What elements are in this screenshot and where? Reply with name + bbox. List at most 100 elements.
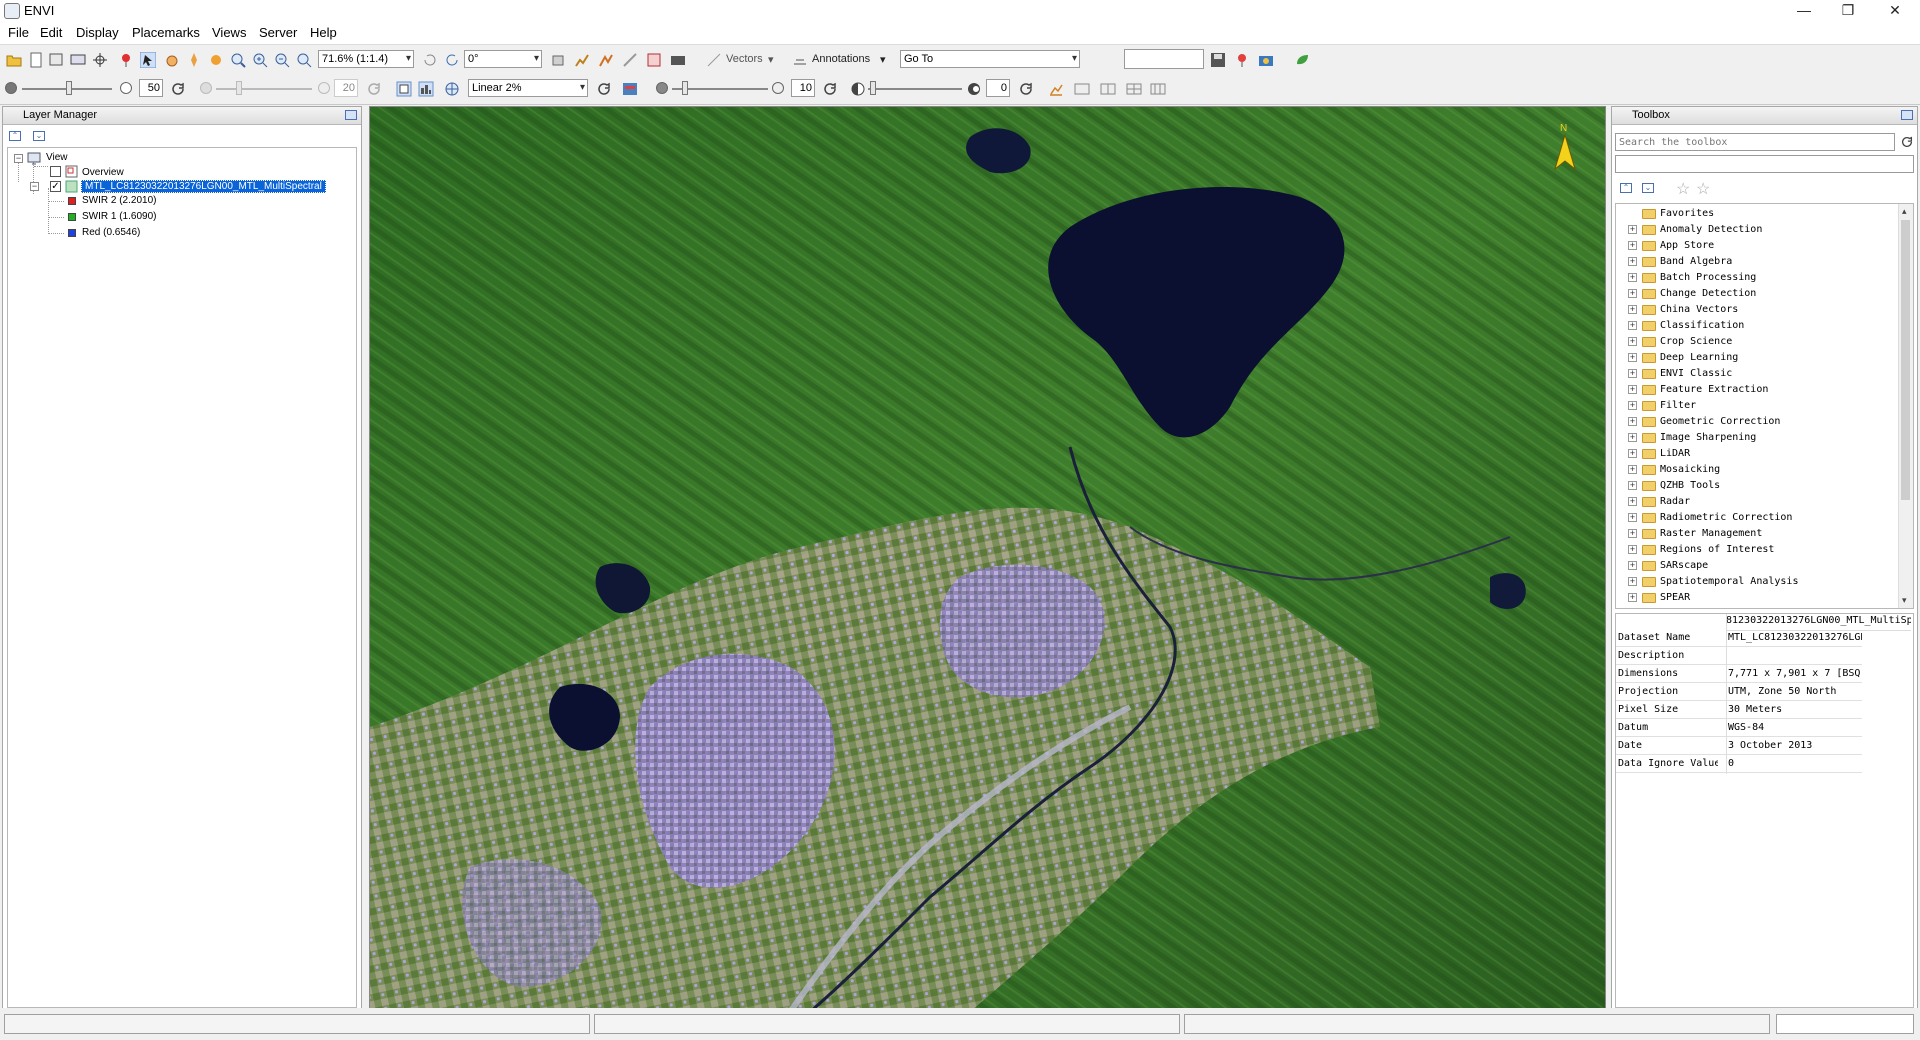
- refresh-icon[interactable]: [596, 81, 612, 97]
- rotate-icon[interactable]: [208, 52, 224, 68]
- expand-icon[interactable]: +: [1628, 257, 1637, 266]
- image-view[interactable]: N: [369, 106, 1606, 1011]
- minimize-button[interactable]: —: [1784, 0, 1824, 22]
- dataset-node-selected[interactable]: MTL_LC81230322013276LGN00_MTL_MultiSpect…: [81, 180, 326, 193]
- camera-icon[interactable]: [1258, 52, 1274, 68]
- open-icon[interactable]: [6, 52, 22, 68]
- hand-icon[interactable]: [550, 52, 566, 68]
- crosshair-icon[interactable]: [92, 52, 108, 68]
- collapse-all-icon[interactable]: ⌃: [9, 131, 21, 141]
- stretch-icon[interactable]: [396, 81, 412, 97]
- transparency-input[interactable]: 20: [334, 79, 358, 97]
- contrast-slider-handle[interactable]: [870, 81, 876, 95]
- expand-icon[interactable]: +: [1628, 561, 1637, 570]
- expand-icon[interactable]: +: [1628, 465, 1637, 474]
- brightness-input[interactable]: 50: [139, 79, 163, 97]
- expand-icon[interactable]: +: [1628, 433, 1637, 442]
- video-icon[interactable]: [670, 52, 686, 68]
- save-icon[interactable]: [1210, 52, 1226, 68]
- menu-edit[interactable]: Edit: [40, 25, 62, 40]
- collapse-all-icon[interactable]: ⌃: [1620, 183, 1632, 193]
- expand-icon[interactable]: +: [1628, 593, 1637, 602]
- zoom-out-icon[interactable]: [274, 52, 290, 68]
- expand-icon[interactable]: +: [1628, 353, 1637, 362]
- google-earth-icon[interactable]: [1294, 52, 1310, 68]
- vectors-button[interactable]: Vectors: [726, 53, 763, 65]
- menu-display[interactable]: Display: [76, 25, 119, 40]
- color-table-icon[interactable]: [622, 81, 638, 97]
- zoom-fit-icon[interactable]: [296, 52, 312, 68]
- toolbox-search-input[interactable]: [1616, 134, 1892, 150]
- chart-icon[interactable]: [574, 52, 590, 68]
- dataset-checkbox[interactable]: ✓: [50, 181, 61, 192]
- restore-button[interactable]: ❐: [1828, 0, 1868, 22]
- overview-node[interactable]: Overview: [82, 167, 124, 178]
- stretch-dropdown[interactable]: Linear 2% ▾: [468, 79, 588, 97]
- scroll-up-icon[interactable]: ▴: [1902, 206, 1907, 217]
- goto-dropdown[interactable]: Go To ▾: [900, 50, 1080, 68]
- expand-icon[interactable]: +: [1628, 497, 1637, 506]
- zoom-in-icon[interactable]: [252, 52, 268, 68]
- satellite-image[interactable]: N: [370, 107, 1606, 1011]
- transparency-slider[interactable]: [216, 88, 312, 90]
- expand-all-icon[interactable]: ⌄: [1642, 183, 1654, 193]
- expand-all-icon[interactable]: ⌄: [33, 131, 45, 141]
- refresh-icon[interactable]: [1018, 81, 1034, 97]
- zoom-icon[interactable]: [230, 52, 246, 68]
- refresh-icon[interactable]: [170, 81, 186, 97]
- star-icon[interactable]: ☆: [1676, 179, 1690, 199]
- pin-icon[interactable]: [118, 52, 134, 68]
- pan-icon[interactable]: [164, 52, 180, 68]
- expand-icon[interactable]: +: [1628, 481, 1637, 490]
- monitor-icon[interactable]: [70, 52, 86, 68]
- zoom-dropdown[interactable]: 71.6% (1:1.4) ▾: [318, 50, 414, 68]
- sharpen-slider-handle[interactable]: [682, 81, 688, 95]
- scroll-down-icon[interactable]: ▾: [1902, 595, 1907, 606]
- menu-help[interactable]: Help: [310, 25, 337, 40]
- placemark-icon[interactable]: [1234, 52, 1250, 68]
- select-cursor-icon[interactable]: [140, 52, 156, 68]
- dock-pin-icon[interactable]: [345, 110, 357, 120]
- expand-icon[interactable]: +: [1628, 305, 1637, 314]
- rotation-dropdown[interactable]: 0° ▾: [464, 50, 542, 68]
- overview-checkbox[interactable]: [50, 166, 61, 177]
- sharpen-input[interactable]: 10: [791, 79, 815, 97]
- expand-icon[interactable]: +: [1628, 577, 1637, 586]
- band-red-node[interactable]: Red (0.6546): [82, 227, 140, 238]
- toolbox-scrollbar[interactable]: ▴ ▾: [1898, 204, 1913, 608]
- menu-placemarks[interactable]: Placemarks: [132, 25, 200, 40]
- expand-icon[interactable]: +: [1628, 225, 1637, 234]
- menu-file[interactable]: File: [8, 25, 29, 40]
- refresh-icon[interactable]: [366, 81, 382, 97]
- expand-icon[interactable]: +: [1628, 529, 1637, 538]
- expand-icon[interactable]: +: [1628, 337, 1637, 346]
- expand-icon[interactable]: +: [1628, 545, 1637, 554]
- expand-icon[interactable]: +: [1628, 513, 1637, 522]
- histogram-icon[interactable]: [418, 81, 434, 97]
- new-file-icon[interactable]: [28, 52, 44, 68]
- brightness-slider-handle[interactable]: [66, 81, 72, 95]
- refresh-icon[interactable]: [1900, 135, 1914, 149]
- contrast-input[interactable]: 0: [986, 79, 1010, 97]
- measure-icon[interactable]: [622, 52, 638, 68]
- layout-4-icon[interactable]: [1150, 81, 1166, 97]
- spectral-icon[interactable]: [646, 52, 662, 68]
- chart-tool-icon[interactable]: [1048, 81, 1064, 97]
- expand-icon[interactable]: +: [1628, 449, 1637, 458]
- view-collapse-toggle[interactable]: −: [14, 154, 23, 163]
- rotate-right-icon[interactable]: [444, 52, 460, 68]
- transparency-slider-handle[interactable]: [236, 81, 242, 95]
- expand-icon[interactable]: +: [1628, 385, 1637, 394]
- export-icon[interactable]: [48, 52, 64, 68]
- fly-icon[interactable]: [186, 52, 202, 68]
- view-node[interactable]: View: [46, 152, 68, 163]
- band-swir2-node[interactable]: SWIR 2 (2.2010): [82, 195, 156, 206]
- expand-icon[interactable]: +: [1628, 289, 1637, 298]
- expand-icon[interactable]: +: [1628, 241, 1637, 250]
- menu-server[interactable]: Server: [259, 25, 297, 40]
- toolbox-search-box[interactable]: [1615, 133, 1895, 151]
- dock-pin-icon[interactable]: [1901, 110, 1913, 120]
- profile-icon[interactable]: [598, 52, 614, 68]
- rotate-left-icon[interactable]: [422, 52, 438, 68]
- scrollbar-thumb[interactable]: [1901, 220, 1910, 500]
